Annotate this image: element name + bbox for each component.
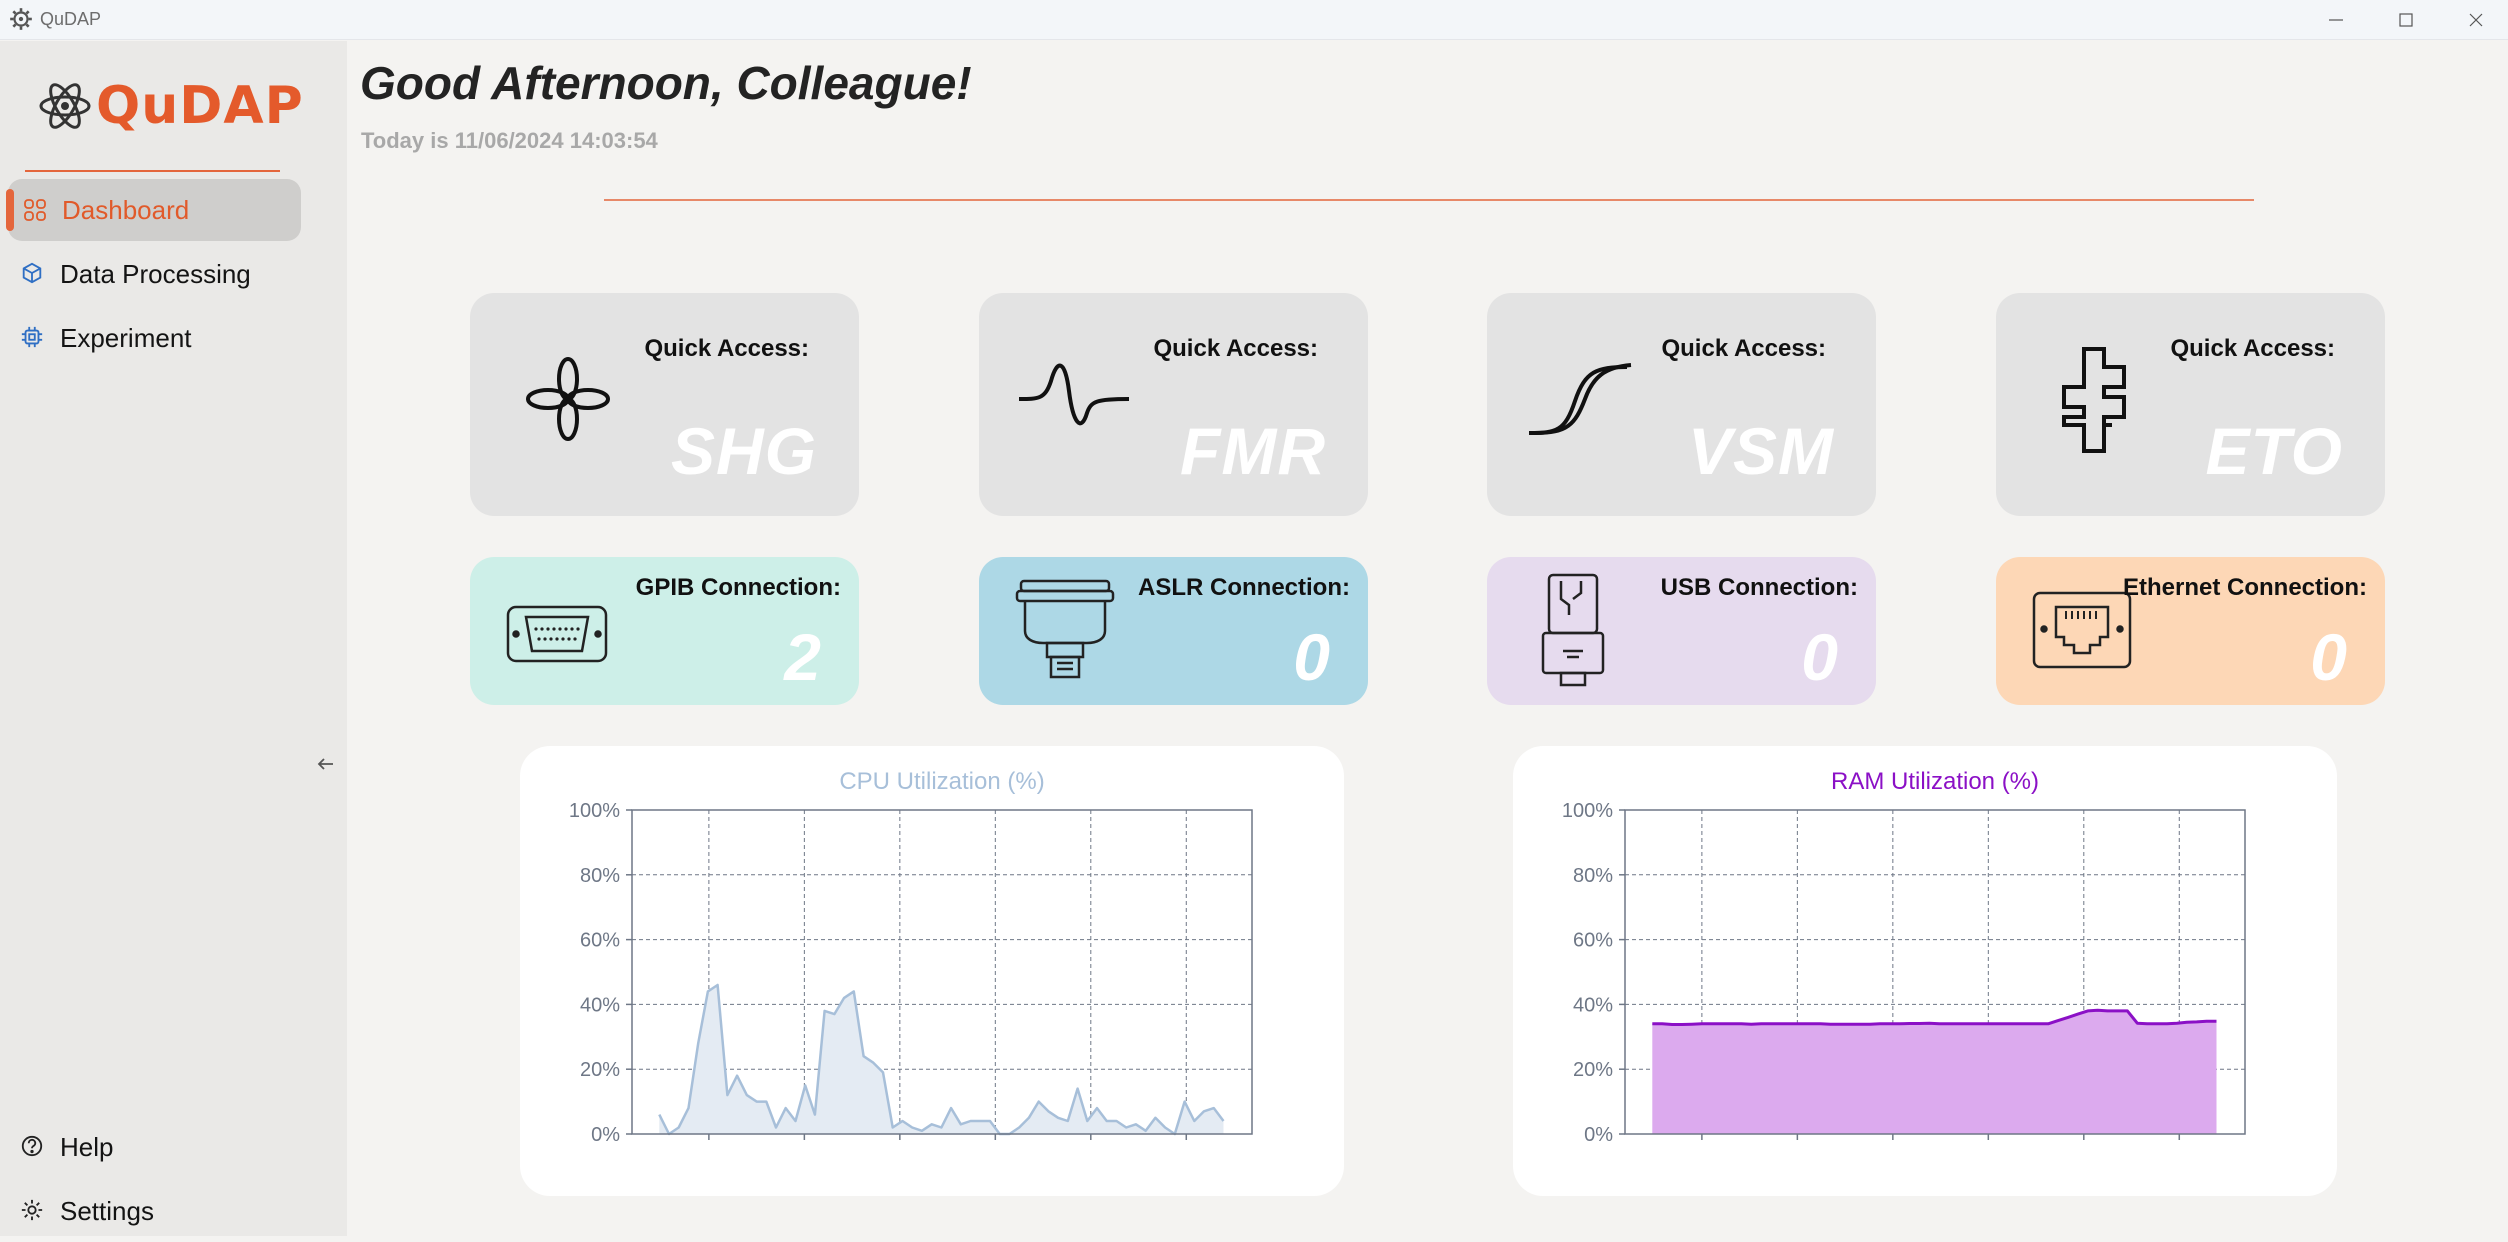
quick-access-label: Quick Access: bbox=[644, 335, 809, 362]
ram-utilization-chart: RAM Utilization (%) 0% 20% 40% 60% 80% 100% bbox=[1562, 768, 2246, 1146]
ram-ytick-label: 60% bbox=[1573, 930, 1613, 952]
atom-logo-icon bbox=[39, 83, 91, 129]
cpu-area-fill bbox=[659, 985, 1224, 1134]
cpu-ytick-label: 100% bbox=[569, 800, 620, 822]
connection-label: Ethernet Connection: bbox=[2123, 574, 2367, 601]
connection-label: ASLR Connection: bbox=[1138, 574, 1350, 601]
sidebar: QuDAP Dashboard Data Processing Experime… bbox=[0, 41, 347, 1236]
sidebar-item-label: Dashboard bbox=[62, 194, 190, 225]
ram-ytick-label: 20% bbox=[1573, 1059, 1613, 1081]
cpu-utilization-chart: CPU Utilization (%) 0% 20% 40% 60% 80% 100% bbox=[569, 768, 1253, 1146]
cpu-chart-title: CPU Utilization (%) bbox=[839, 768, 1044, 795]
gpib-connection-card[interactable]: GPIB Connection: 2 bbox=[470, 557, 859, 705]
quick-access-label: Quick Access: bbox=[2170, 335, 2335, 362]
usb-icon bbox=[1541, 573, 1605, 687]
ram-ytick-label: 100% bbox=[1562, 800, 1613, 822]
current-date-time: Today is 11/06/2024 14:03:54 bbox=[361, 128, 658, 153]
quick-access-value: ETO bbox=[2205, 414, 2343, 488]
ethernet-connection-card[interactable]: Ethernet Connection: 0 bbox=[1996, 557, 2385, 705]
sidebar-item-label: Data Processing bbox=[60, 258, 251, 289]
flower-icon bbox=[526, 357, 610, 441]
ram-ytick-label: 0% bbox=[1584, 1124, 1613, 1146]
usb-connection-card[interactable]: USB Connection: 0 bbox=[1487, 557, 1876, 705]
gpib-port-icon bbox=[506, 605, 608, 663]
connection-count: 0 bbox=[1801, 620, 1838, 694]
window-title: QuDAP bbox=[40, 9, 102, 29]
help-icon bbox=[20, 1134, 46, 1160]
connection-count: 0 bbox=[1293, 620, 1330, 694]
hysteresis-icon bbox=[1528, 363, 1632, 435]
maximize-button[interactable] bbox=[2378, 4, 2434, 36]
app-logo: QuDAP bbox=[38, 71, 304, 141]
sidebar-item-data-processing[interactable]: Data Processing bbox=[0, 243, 293, 305]
ram-utilization-chart-card: RAM Utilization (%) 0% 20% 40% 60% 80% 100% bbox=[1513, 746, 2337, 1196]
window-titlebar: QuDAP bbox=[0, 0, 2508, 40]
sidebar-item-settings[interactable]: Settings bbox=[0, 1180, 293, 1242]
quick-access-label: Quick Access: bbox=[1661, 335, 1826, 362]
hall-bar-icon bbox=[2062, 347, 2126, 453]
sidebar-item-label: Help bbox=[60, 1131, 114, 1162]
sidebar-item-dashboard[interactable]: Dashboard bbox=[6, 179, 301, 241]
ram-ytick-label: 80% bbox=[1573, 865, 1613, 887]
resonance-icon bbox=[1018, 363, 1130, 426]
quick-access-eto-card[interactable]: Quick Access: ETO bbox=[1996, 293, 2385, 516]
page-title: Good Afternoon, Colleague! bbox=[360, 57, 972, 109]
logo-text: QuDAP bbox=[96, 76, 304, 136]
ram-chart-title: RAM Utilization (%) bbox=[1831, 768, 2039, 795]
minimize-button[interactable] bbox=[2308, 4, 2364, 36]
connection-count: 2 bbox=[784, 620, 821, 694]
ethernet-icon bbox=[2032, 591, 2132, 669]
cpu-utilization-chart-card: CPU Utilization (%) 0% 20% 40% 60% 80% 100% bbox=[520, 746, 1344, 1196]
gear-icon bbox=[20, 1198, 46, 1224]
close-button[interactable] bbox=[2448, 4, 2504, 36]
close-icon bbox=[2469, 13, 2483, 27]
cpu-ytick-label: 0% bbox=[591, 1124, 620, 1146]
connection-count: 0 bbox=[2310, 620, 2347, 694]
quick-access-value: SHG bbox=[670, 414, 817, 488]
quick-access-value: VSM bbox=[1687, 414, 1834, 488]
maximize-icon bbox=[2399, 13, 2413, 27]
minimize-icon bbox=[2329, 19, 2343, 21]
quick-access-label: Quick Access: bbox=[1153, 335, 1318, 362]
quick-access-fmr-card[interactable]: Quick Access: FMR bbox=[979, 293, 1368, 516]
chip-icon bbox=[20, 325, 46, 351]
sidebar-item-experiment[interactable]: Experiment bbox=[0, 307, 293, 369]
connection-label: GPIB Connection: bbox=[635, 574, 841, 601]
header-divider bbox=[604, 199, 2254, 201]
sidebar-item-help[interactable]: Help bbox=[0, 1116, 293, 1178]
cpu-ytick-label: 80% bbox=[580, 865, 620, 887]
connection-label: USB Connection: bbox=[1660, 574, 1858, 601]
sidebar-divider bbox=[25, 170, 280, 172]
quick-access-shg-card[interactable]: Quick Access: SHG bbox=[470, 293, 859, 516]
sidebar-item-label: Experiment bbox=[60, 322, 192, 353]
ram-ytick-label: 40% bbox=[1573, 994, 1613, 1016]
cpu-ytick-label: 60% bbox=[580, 930, 620, 952]
cube-icon bbox=[20, 261, 46, 287]
cpu-ytick-label: 40% bbox=[580, 994, 620, 1016]
aslr-connection-card[interactable]: ASLR Connection: 0 bbox=[979, 557, 1368, 705]
app-gear-icon bbox=[10, 8, 32, 30]
serial-port-icon bbox=[1015, 579, 1115, 679]
ram-area-fill bbox=[1652, 1010, 2217, 1134]
collapse-sidebar-icon[interactable] bbox=[313, 751, 339, 777]
quick-access-vsm-card[interactable]: Quick Access: VSM bbox=[1487, 293, 1876, 516]
sidebar-item-label: Settings bbox=[60, 1195, 154, 1226]
cpu-ytick-label: 20% bbox=[580, 1059, 620, 1081]
grid-icon bbox=[22, 197, 48, 223]
quick-access-value: FMR bbox=[1180, 414, 1326, 488]
